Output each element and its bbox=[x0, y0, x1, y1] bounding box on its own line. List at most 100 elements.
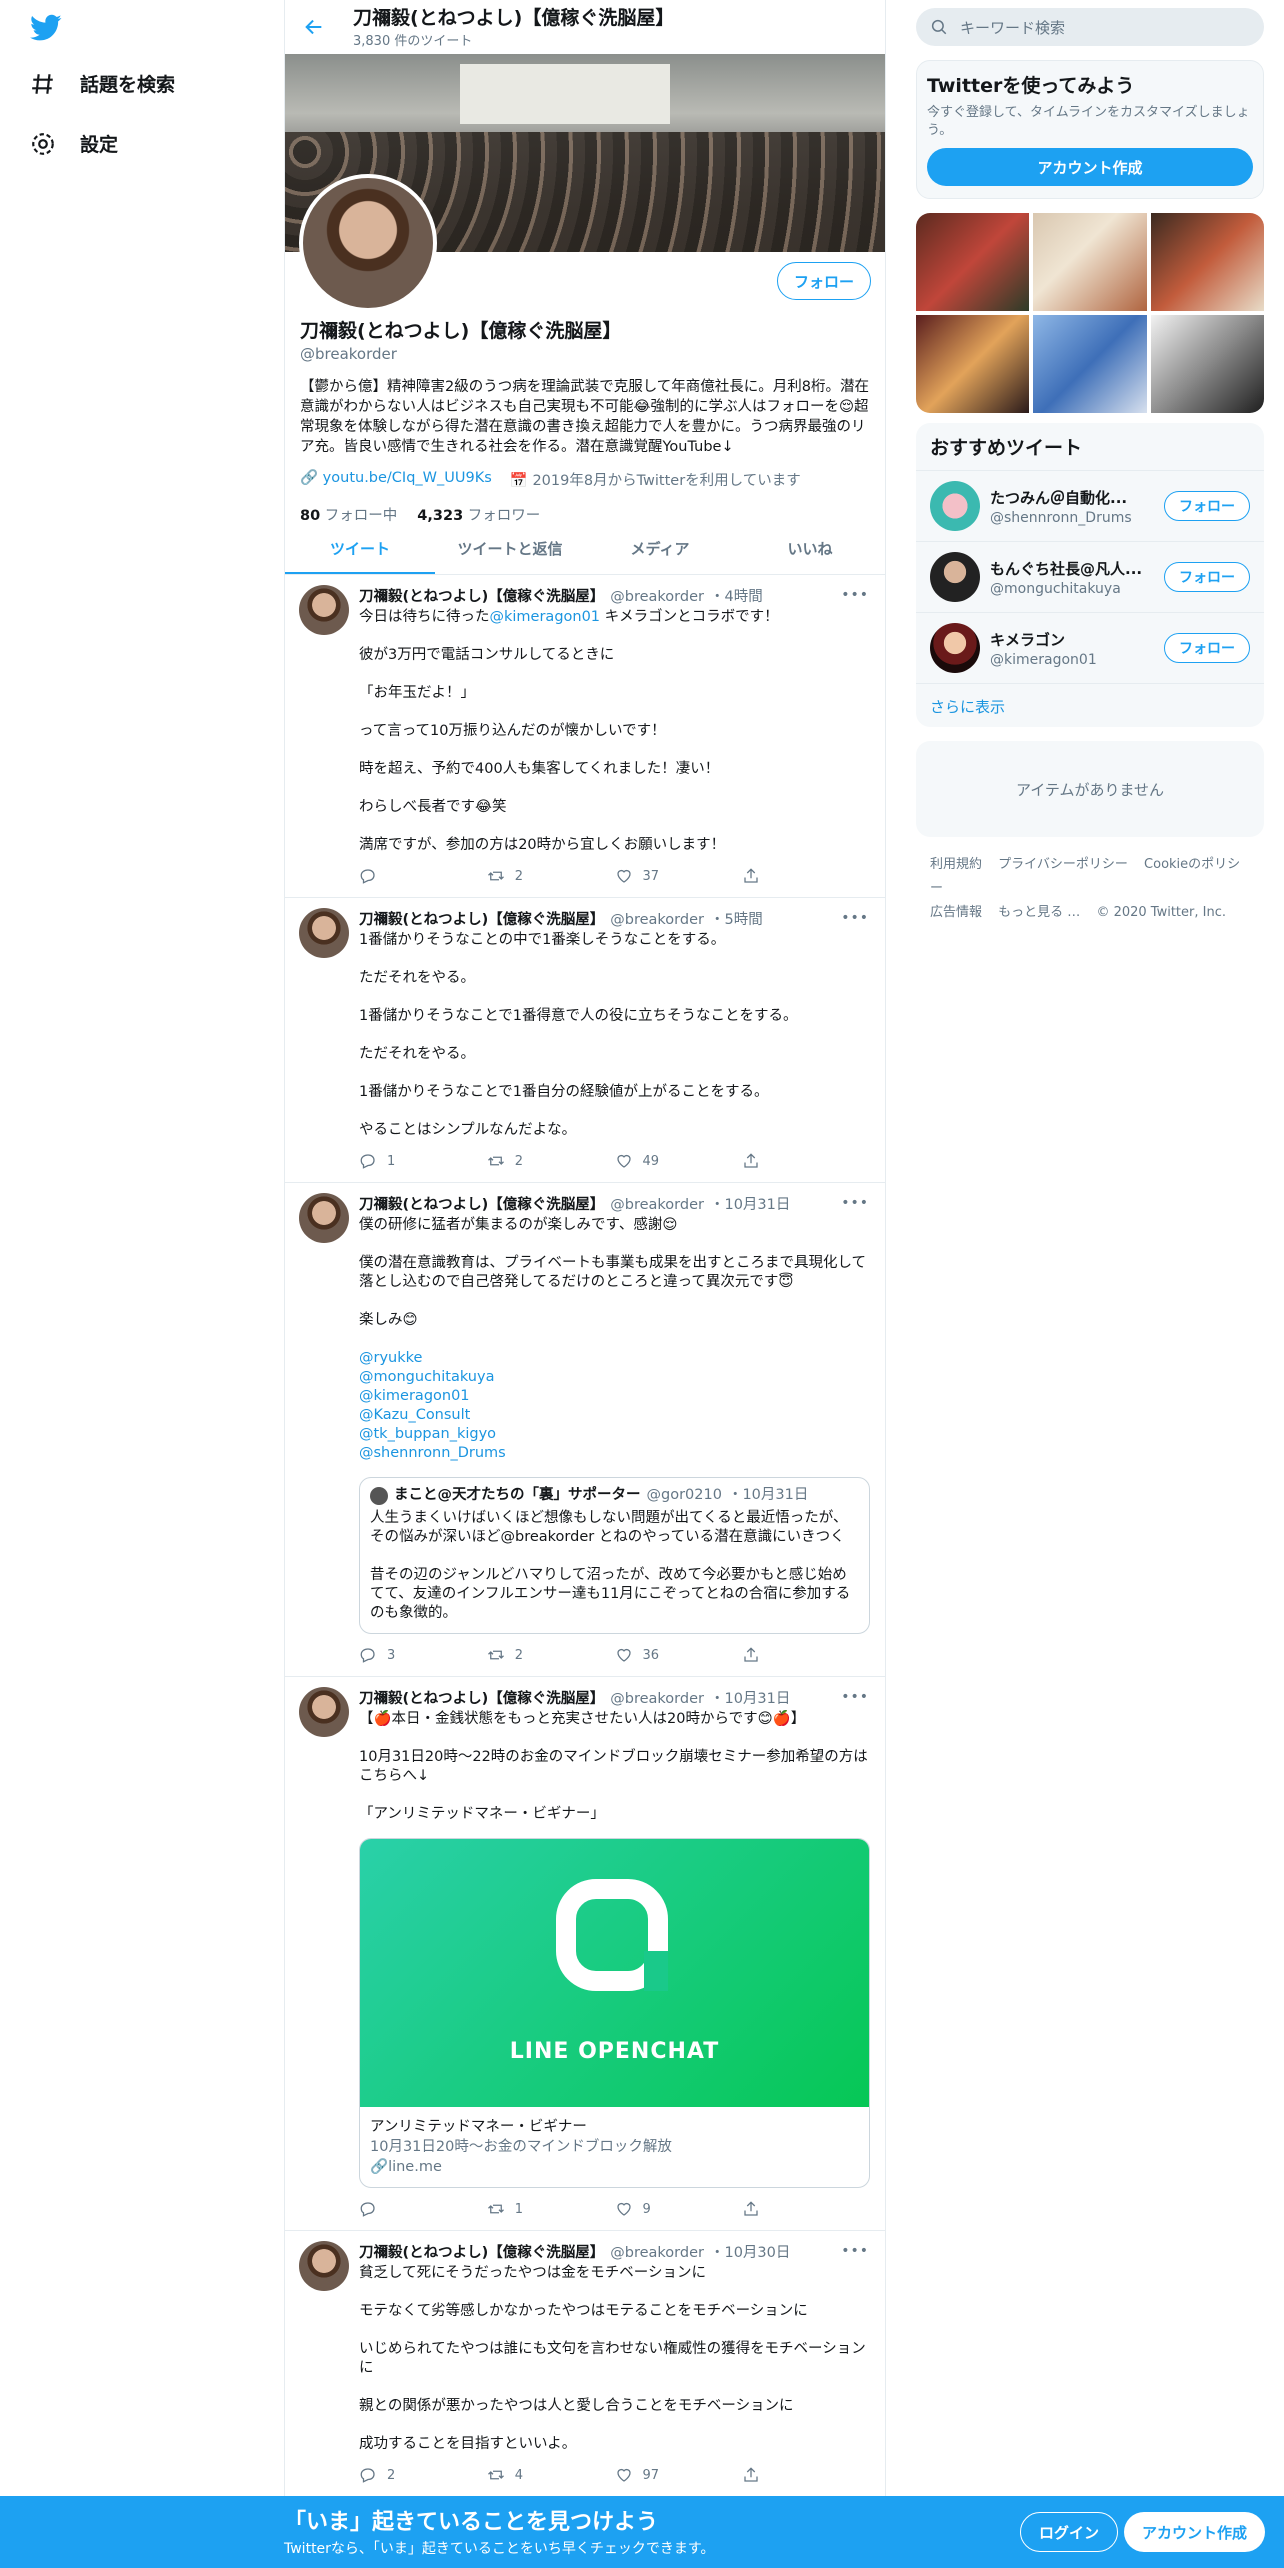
tweet-avatar[interactable] bbox=[299, 2241, 349, 2291]
profile-avatar[interactable] bbox=[299, 174, 437, 312]
media-thumbnail[interactable] bbox=[916, 315, 1030, 413]
like-button[interactable]: 9 bbox=[615, 2200, 743, 2218]
follow-button[interactable]: フォロー bbox=[1164, 633, 1250, 663]
footer-terms-link[interactable]: 利用規約 bbox=[930, 857, 982, 872]
tweet[interactable]: 刀禰毅(とねつよし)【億稼ぐ洗脳屋】 @breakorder ・5時間 ••• … bbox=[285, 898, 885, 1183]
avatar[interactable] bbox=[930, 481, 980, 531]
more-options-icon[interactable]: ••• bbox=[841, 910, 869, 926]
media-thumbnail[interactable] bbox=[1033, 213, 1147, 311]
retweet-button[interactable]: 1 bbox=[487, 2200, 615, 2218]
twitter-logo-icon[interactable] bbox=[30, 14, 62, 42]
quoted-tweet[interactable]: まこと@天才たちの「裏」サポーター @gor0210 ・10月31日 人生うまく… bbox=[359, 1477, 870, 1634]
tweet[interactable]: 刀禰毅(とねつよし)【億稼ぐ洗脳屋】 @breakorder ・10月31日 •… bbox=[285, 1183, 885, 1677]
login-button[interactable]: ログイン bbox=[1020, 2512, 1119, 2552]
quoted-time: ・10月31日 bbox=[727, 1487, 809, 1503]
create-account-button[interactable]: アカウント作成 bbox=[927, 148, 1253, 186]
tweet-time[interactable]: ・10月31日 bbox=[710, 1193, 790, 1214]
retweet-button[interactable]: 2 bbox=[487, 1646, 615, 1664]
tweet-time[interactable]: ・10月30日 bbox=[710, 2241, 790, 2262]
tweet-avatar[interactable] bbox=[299, 585, 349, 635]
like-button[interactable]: 49 bbox=[615, 1152, 743, 1170]
profile-link[interactable]: 🔗 youtu.be/CIq_W_UU9Ks bbox=[300, 469, 492, 490]
like-button[interactable]: 37 bbox=[615, 867, 743, 885]
retweet-button[interactable]: 2 bbox=[487, 867, 615, 885]
more-options-icon[interactable]: ••• bbox=[841, 1195, 869, 1211]
right-sidebar: キーワード検索 Twitterを使ってみよう 今すぐ登録して、タイムラインをカス… bbox=[916, 0, 1264, 925]
follow-button[interactable]: フォロー bbox=[776, 262, 871, 300]
tab-tweets-and-replies[interactable]: ツイートと返信 bbox=[435, 522, 585, 574]
nav-explore[interactable]: 話題を検索 bbox=[30, 70, 175, 97]
signup-button[interactable]: アカウント作成 bbox=[1124, 2512, 1266, 2552]
share-button[interactable] bbox=[742, 867, 870, 885]
reply-button[interactable] bbox=[359, 2200, 487, 2218]
like-button[interactable]: 36 bbox=[615, 1646, 743, 1664]
tweet-text: 今日は待ちに待った bbox=[359, 609, 490, 625]
footer-privacy-link[interactable]: プライバシーポリシー bbox=[998, 857, 1128, 872]
media-thumbnail[interactable] bbox=[1150, 213, 1264, 311]
more-options-icon[interactable]: ••• bbox=[841, 587, 869, 603]
tweet-time[interactable]: ・5時間 bbox=[710, 908, 763, 929]
tweet-header: 刀禰毅(とねつよし)【億稼ぐ洗脳屋】 @breakorder ・10月31日 bbox=[359, 1687, 870, 1708]
tweet-author-name[interactable]: 刀禰毅(とねつよし)【億稼ぐ洗脳屋】 bbox=[359, 1687, 604, 1708]
tab-media[interactable]: メディア bbox=[585, 522, 735, 574]
recommended-user[interactable]: キメラゴン @kimeragon01 フォロー bbox=[916, 612, 1264, 683]
reply-button[interactable] bbox=[359, 867, 487, 885]
show-more-link[interactable]: さらに表示 bbox=[916, 683, 1264, 717]
media-thumbnail[interactable] bbox=[1033, 315, 1147, 413]
tweet[interactable]: 刀禰毅(とねつよし)【億稼ぐ洗脳屋】 @breakorder ・10月30日 •… bbox=[285, 2231, 885, 2497]
tweet-author-name[interactable]: 刀禰毅(とねつよし)【億稼ぐ洗脳屋】 bbox=[359, 585, 604, 606]
share-button[interactable] bbox=[742, 1646, 870, 1664]
search-box[interactable]: キーワード検索 bbox=[916, 8, 1264, 46]
tweet-time[interactable]: ・4時間 bbox=[710, 585, 763, 606]
recommended-user[interactable]: もんぐち社長@凡人... @monguchitakuya フォロー bbox=[916, 541, 1264, 612]
tweet-avatar[interactable] bbox=[299, 1687, 349, 1737]
follow-button[interactable]: フォロー bbox=[1164, 562, 1250, 592]
avatar[interactable] bbox=[930, 552, 980, 602]
media-thumbnail[interactable] bbox=[1150, 315, 1264, 413]
tweet-header: 刀禰毅(とねつよし)【億稼ぐ洗脳屋】 @breakorder ・10月30日 bbox=[359, 2241, 870, 2262]
tweet[interactable]: 刀禰毅(とねつよし)【億稼ぐ洗脳屋】 @breakorder ・10月31日 •… bbox=[285, 1677, 885, 2231]
recommended-user[interactable]: たつみん＠自動化... @shennronn_Drums フォロー bbox=[916, 470, 1264, 541]
mention-link[interactable]: @ryukke bbox=[359, 1349, 870, 1368]
tweet-text: いじめられてたやつは誰にも文句を言わせない権威性の獲得をモチベーションに bbox=[359, 2341, 866, 2376]
link-card[interactable]: LINE OPENCHAT アンリミテッドマネー・ビギナー 10月31日20時〜… bbox=[359, 1838, 870, 2188]
more-options-icon[interactable]: ••• bbox=[841, 2243, 869, 2259]
profile-link-text[interactable]: youtu.be/CIq_W_UU9Ks bbox=[323, 470, 492, 486]
share-icon bbox=[744, 2467, 758, 2482]
reply-button[interactable]: 1 bbox=[359, 1152, 487, 1170]
media-thumbnail[interactable] bbox=[916, 213, 1030, 311]
mention-link[interactable]: @monguchitakuya bbox=[359, 1368, 870, 1387]
tab-tweets[interactable]: ツイート bbox=[285, 522, 435, 574]
share-button[interactable] bbox=[742, 2200, 870, 2218]
mention-link[interactable]: @tk_buppan_kigyo bbox=[359, 1425, 870, 1444]
reply-button[interactable]: 3 bbox=[359, 1646, 487, 1664]
tweet-author-name[interactable]: 刀禰毅(とねつよし)【億稼ぐ洗脳屋】 bbox=[359, 908, 604, 929]
like-count: 37 bbox=[642, 868, 660, 884]
tweet[interactable]: 刀禰毅(とねつよし)【億稼ぐ洗脳屋】 @breakorder ・4時間 ••• … bbox=[285, 575, 885, 898]
footer-ads-link[interactable]: 広告情報 bbox=[930, 905, 982, 920]
like-button[interactable]: 97 bbox=[615, 2466, 743, 2484]
mention-link[interactable]: @kimeragon01 bbox=[490, 609, 601, 625]
tweet-avatar[interactable] bbox=[299, 1193, 349, 1243]
search-input[interactable]: キーワード検索 bbox=[960, 17, 1065, 38]
reply-button[interactable]: 2 bbox=[359, 2466, 487, 2484]
nav-settings[interactable]: 設定 bbox=[30, 130, 118, 157]
mention-link[interactable]: @kimeragon01 bbox=[359, 1387, 870, 1406]
share-button[interactable] bbox=[742, 1152, 870, 1170]
retweet-button[interactable]: 4 bbox=[487, 2466, 615, 2484]
more-options-icon[interactable]: ••• bbox=[841, 1689, 869, 1705]
tweet-avatar[interactable] bbox=[299, 908, 349, 958]
back-arrow-icon[interactable] bbox=[303, 16, 325, 38]
avatar[interactable] bbox=[930, 623, 980, 673]
tab-likes[interactable]: いいね bbox=[735, 522, 885, 574]
mention-link[interactable]: @shennronn_Drums bbox=[359, 1444, 870, 1463]
mention-link[interactable]: @Kazu_Consult bbox=[359, 1406, 870, 1425]
follow-button[interactable]: フォロー bbox=[1164, 491, 1250, 521]
retweet-button[interactable]: 2 bbox=[487, 1152, 615, 1170]
share-button[interactable] bbox=[742, 2466, 870, 2484]
footer-more-link[interactable]: もっと見る … bbox=[998, 905, 1080, 920]
tweet-author-name[interactable]: 刀禰毅(とねつよし)【億稼ぐ洗脳屋】 bbox=[359, 2241, 604, 2262]
tweet-author-name[interactable]: 刀禰毅(とねつよし)【億稼ぐ洗脳屋】 bbox=[359, 1193, 604, 1214]
tweet-time[interactable]: ・10月31日 bbox=[710, 1687, 790, 1708]
retweet-icon bbox=[487, 1156, 504, 1166]
